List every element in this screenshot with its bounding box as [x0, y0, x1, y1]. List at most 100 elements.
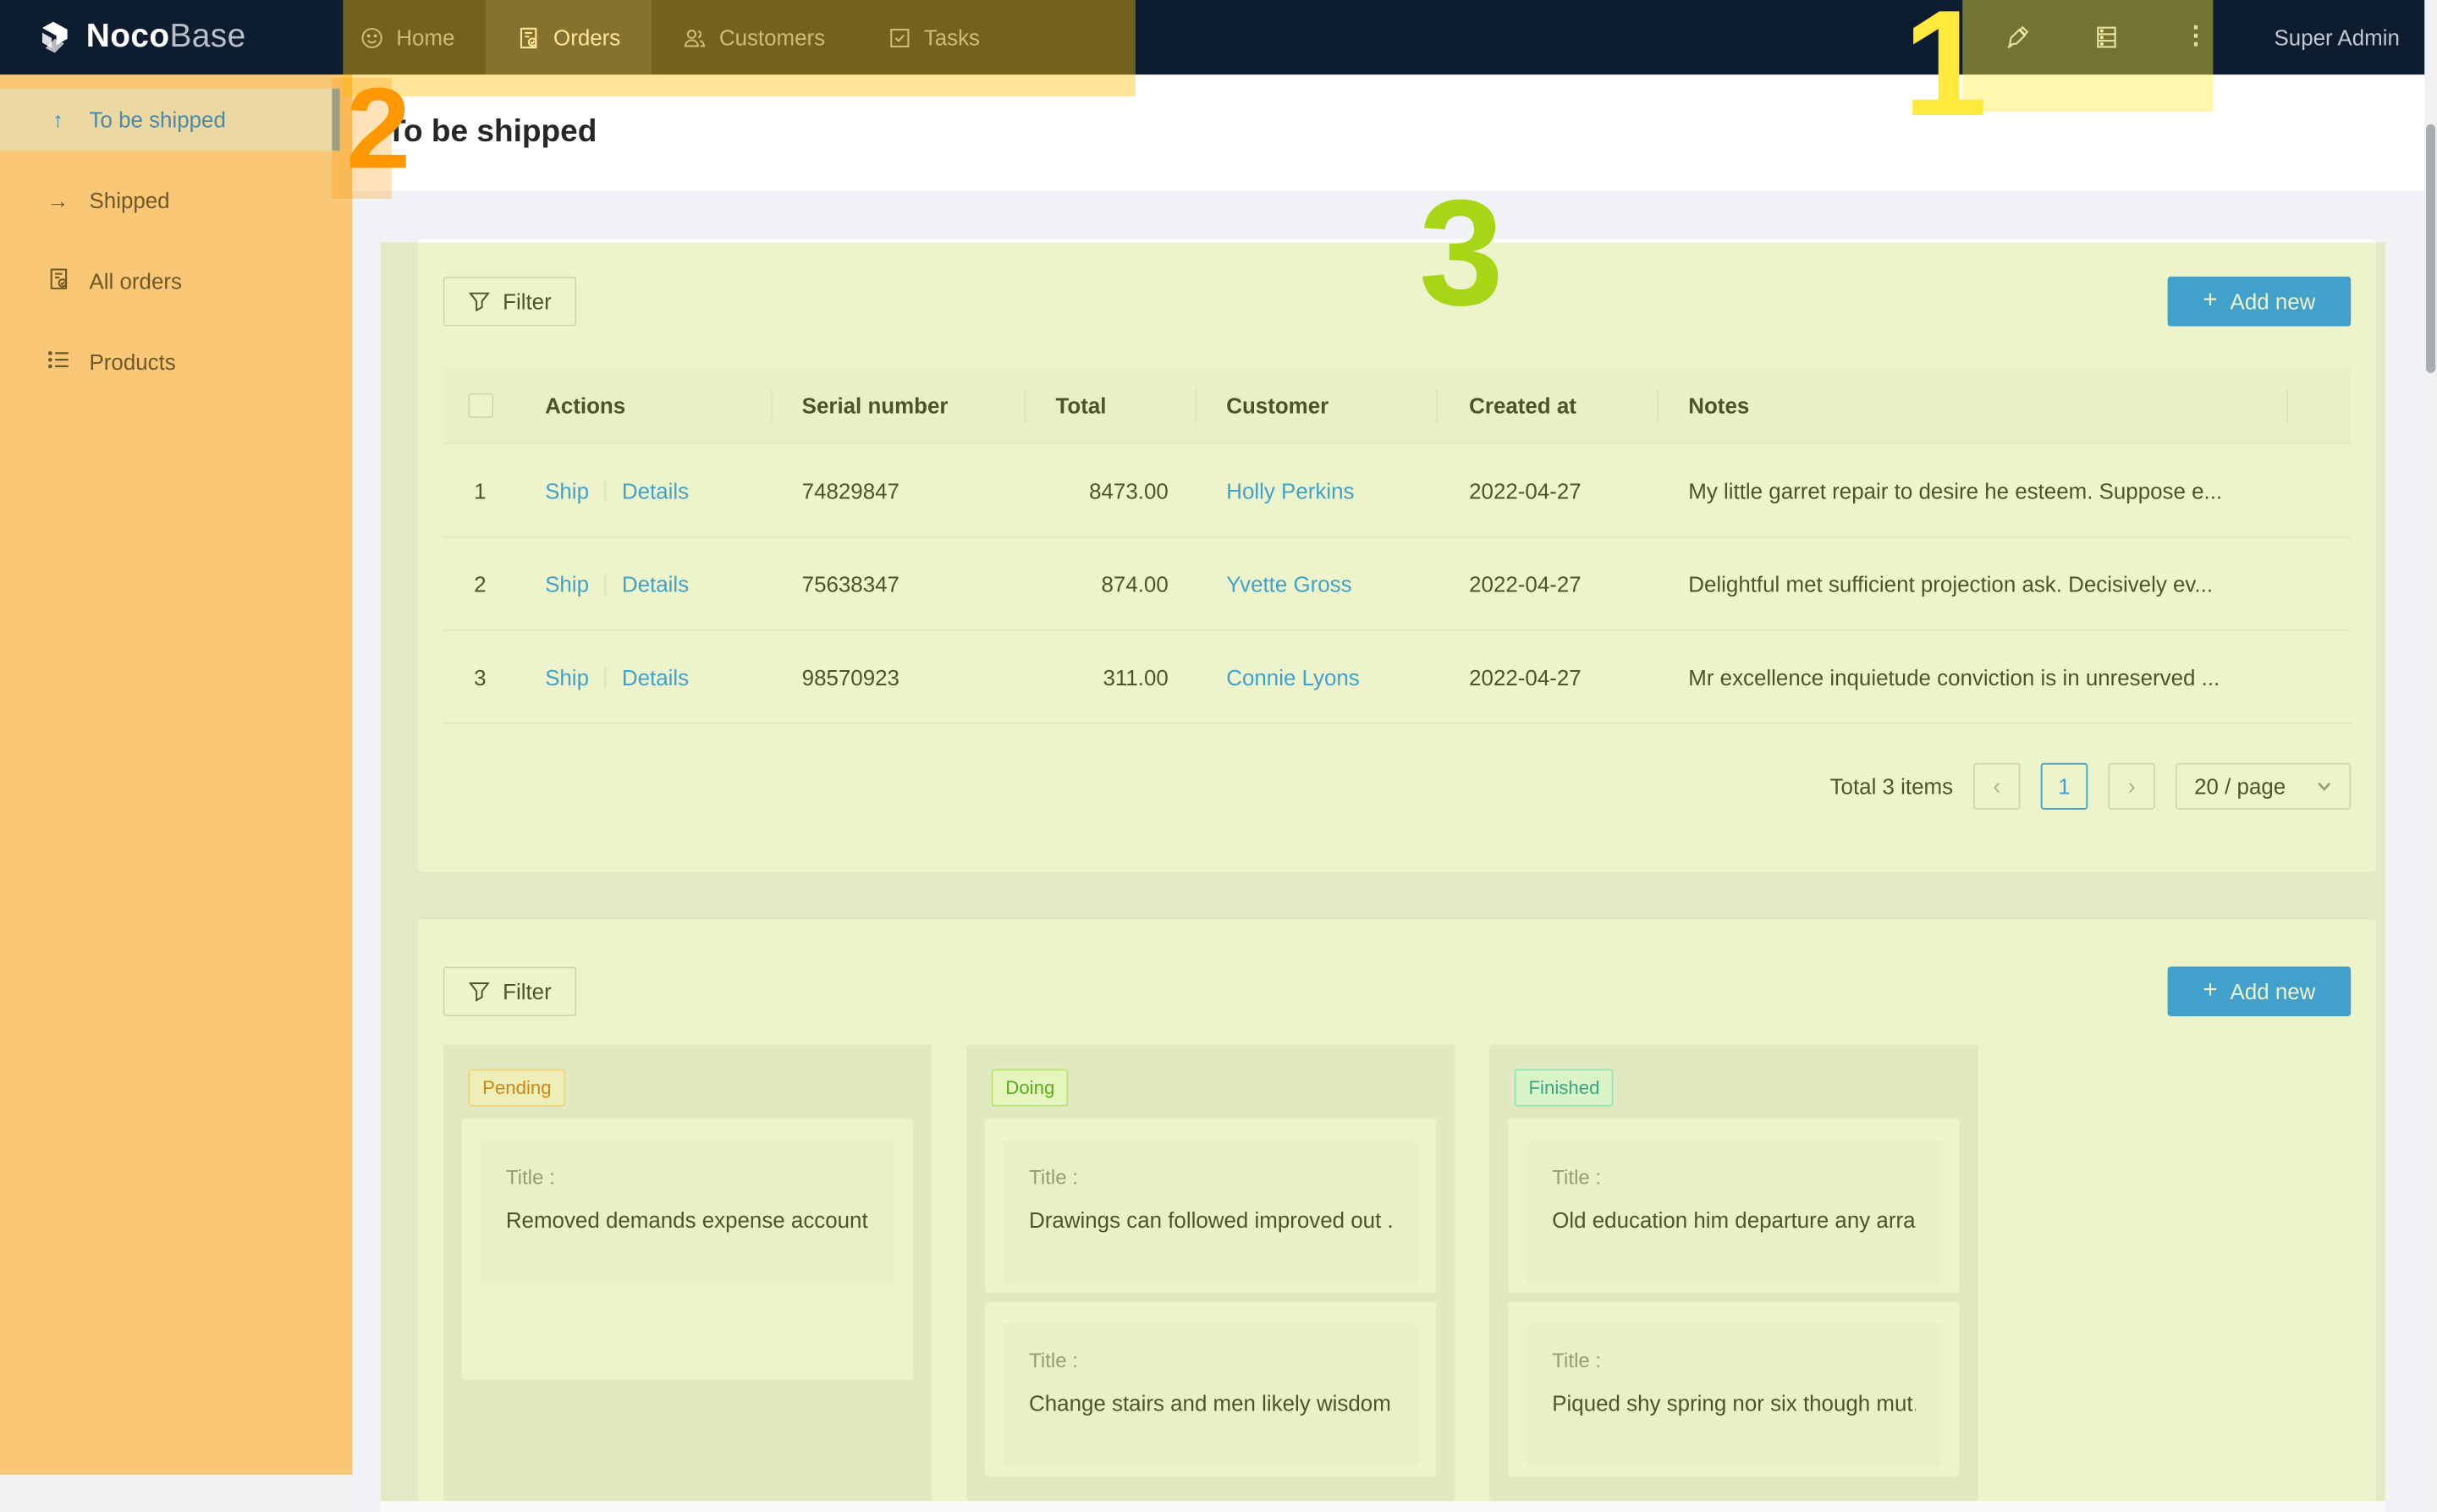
- select-all-checkbox[interactable]: [467, 393, 492, 417]
- card-title-field: Title : Drawings can followed improved o…: [1004, 1141, 1417, 1284]
- cell-total: 8473.00: [1024, 478, 1195, 503]
- pagination-total: Total 3 items: [1830, 774, 1953, 799]
- sidebar-item-products[interactable]: Products: [0, 331, 340, 393]
- card-title-field: Title : Removed demands expense account …: [481, 1141, 894, 1284]
- customer-link[interactable]: Yvette Gross: [1226, 571, 1351, 596]
- customer-link[interactable]: Connie Lyons: [1226, 664, 1360, 689]
- funnel-icon: [468, 290, 490, 312]
- column-divider: [1024, 388, 1026, 422]
- details-link[interactable]: Details: [622, 664, 689, 689]
- card-title-field: Title : Old education him departure any …: [1527, 1141, 1941, 1284]
- ship-link[interactable]: Ship: [545, 571, 589, 596]
- chevron-right-icon: ›: [2127, 773, 2135, 800]
- kanban-card[interactable]: Title : Old education him departure any …: [1508, 1119, 1959, 1293]
- add-new-button-label: Add new: [2231, 979, 2316, 1003]
- prev-page-button[interactable]: ‹: [1973, 763, 2021, 810]
- chevron-left-icon: ‹: [1993, 773, 2000, 800]
- page-size-value: 20 / page: [2194, 774, 2286, 799]
- ship-link[interactable]: Ship: [545, 664, 589, 689]
- scrollbar-thumb[interactable]: [2426, 124, 2435, 373]
- filter-button-label: Filter: [503, 289, 552, 314]
- table-header-row: Actions Serial number Total Customer Cre…: [443, 366, 2351, 444]
- column-divider: [2286, 388, 2288, 422]
- vertical-scrollbar[interactable]: [2424, 0, 2437, 1512]
- cell-created-at: 2022-04-27: [1436, 571, 1657, 596]
- action-divider: [605, 666, 607, 688]
- kanban-column-finished: Finished Title : Old education him depar…: [1489, 1044, 1978, 1501]
- cube-logo-icon: [35, 19, 72, 56]
- filter-button[interactable]: Filter: [443, 277, 577, 327]
- column-divider: [1657, 388, 1659, 422]
- plus-icon: +: [2203, 290, 2217, 312]
- kanban-card[interactable]: Title : Change stairs and men likely wis…: [985, 1302, 1436, 1476]
- column-divider: [1195, 388, 1196, 422]
- header-created-at[interactable]: Created at: [1436, 393, 1657, 417]
- header-actions[interactable]: Actions: [517, 393, 771, 417]
- header-serial-number[interactable]: Serial number: [771, 393, 1025, 417]
- cell-notes: Mr excellence inquietude conviction is i…: [1657, 664, 2351, 689]
- column-divider: [771, 388, 773, 422]
- nocobase-logo[interactable]: NocoBase: [0, 19, 313, 56]
- card-title-field: Title : Change stairs and men likely wis…: [1004, 1324, 1417, 1467]
- nav-item-orders[interactable]: Orders: [486, 0, 652, 74]
- current-user[interactable]: Super Admin: [2275, 0, 2400, 74]
- nav-item-label: Orders: [553, 25, 620, 49]
- sidebar-item-all-orders[interactable]: All orders: [0, 250, 340, 312]
- add-new-button-label: Add new: [2231, 289, 2316, 314]
- database-icon[interactable]: [2094, 25, 2120, 49]
- details-link[interactable]: Details: [622, 571, 689, 596]
- orders-table: Actions Serial number Total Customer Cre…: [443, 366, 2351, 723]
- page-size-select[interactable]: 20 / page: [2176, 763, 2351, 810]
- kanban-scroll-area[interactable]: [381, 1501, 2385, 1512]
- nav-item-customers[interactable]: Customers: [652, 0, 856, 74]
- next-page-button[interactable]: ›: [2108, 763, 2155, 810]
- header-notes[interactable]: Notes: [1657, 393, 2351, 417]
- kanban-card[interactable]: Title : Drawings can followed improved o…: [985, 1119, 1436, 1293]
- customer-link[interactable]: Holly Perkins: [1226, 478, 1354, 503]
- nav-item-home[interactable]: Home: [329, 0, 487, 74]
- cell-notes: Delightful met sufficient projection ask…: [1657, 571, 2351, 596]
- tasks-kanban-card: Filter + Add new Pending Title : Removed…: [418, 920, 2376, 1501]
- table-row: 3 ShipDetails 98570923 311.00 Connie Lyo…: [443, 631, 2351, 724]
- add-new-button[interactable]: + Add new: [2168, 966, 2352, 1016]
- add-new-button[interactable]: + Add new: [2168, 277, 2352, 327]
- arrow-right-icon: →: [46, 188, 71, 212]
- nav-item-label: Home: [396, 25, 454, 49]
- ship-link[interactable]: Ship: [545, 478, 589, 503]
- filter-button[interactable]: Filter: [443, 966, 577, 1016]
- status-tag-finished: Finished: [1515, 1069, 1614, 1107]
- row-index: 2: [443, 571, 517, 596]
- file-check-icon: [46, 267, 71, 295]
- sidebar-item-shipped[interactable]: → Shipped: [0, 169, 340, 231]
- sidebar-item-label: All orders: [90, 269, 182, 294]
- arrow-up-icon: ↑: [46, 107, 71, 132]
- filter-button-label: Filter: [503, 979, 552, 1003]
- team-icon: [683, 25, 707, 49]
- header-total[interactable]: Total: [1024, 393, 1195, 417]
- cell-notes: My little garret repair to desire he est…: [1657, 478, 2351, 503]
- kanban-column-pending: Pending Title : Removed demands expense …: [443, 1044, 932, 1501]
- navbar-action-icons: ⋮: [2005, 0, 2209, 74]
- cell-created-at: 2022-04-27: [1436, 664, 1657, 689]
- sidebar-bottom-gap: [0, 1475, 352, 1512]
- more-menu-icon[interactable]: ⋮: [2183, 25, 2209, 49]
- ui-editor-pen-icon[interactable]: [2005, 25, 2030, 49]
- row-index: 3: [443, 664, 517, 689]
- field-value: Drawings can followed improved out ...: [1029, 1207, 1392, 1232]
- kanban-card[interactable]: Title : Removed demands expense account …: [462, 1119, 913, 1380]
- header-customer[interactable]: Customer: [1195, 393, 1436, 417]
- page-1-button[interactable]: 1: [2041, 763, 2088, 810]
- details-link[interactable]: Details: [622, 478, 689, 503]
- nav-item-tasks[interactable]: Tasks: [856, 0, 1011, 74]
- sidebar-item-to-be-shipped[interactable]: ↑ To be shipped: [0, 89, 340, 151]
- field-label: Title :: [1552, 1349, 1915, 1372]
- field-label: Title :: [1029, 1165, 1392, 1189]
- kanban-card[interactable]: Title : Piqued shy spring nor six though…: [1508, 1302, 1959, 1476]
- row-index: 1: [443, 478, 517, 503]
- kanban-column-doing: Doing Title : Drawings can followed impr…: [966, 1044, 1455, 1501]
- sidebar: ↑ To be shipped → Shipped All orders Pro…: [0, 74, 352, 1475]
- field-value: Removed demands expense account i...: [506, 1207, 869, 1232]
- field-value: Change stairs and men likely wisdom ...: [1029, 1391, 1392, 1416]
- check-square-icon: [888, 25, 911, 49]
- field-label: Title :: [1029, 1349, 1392, 1372]
